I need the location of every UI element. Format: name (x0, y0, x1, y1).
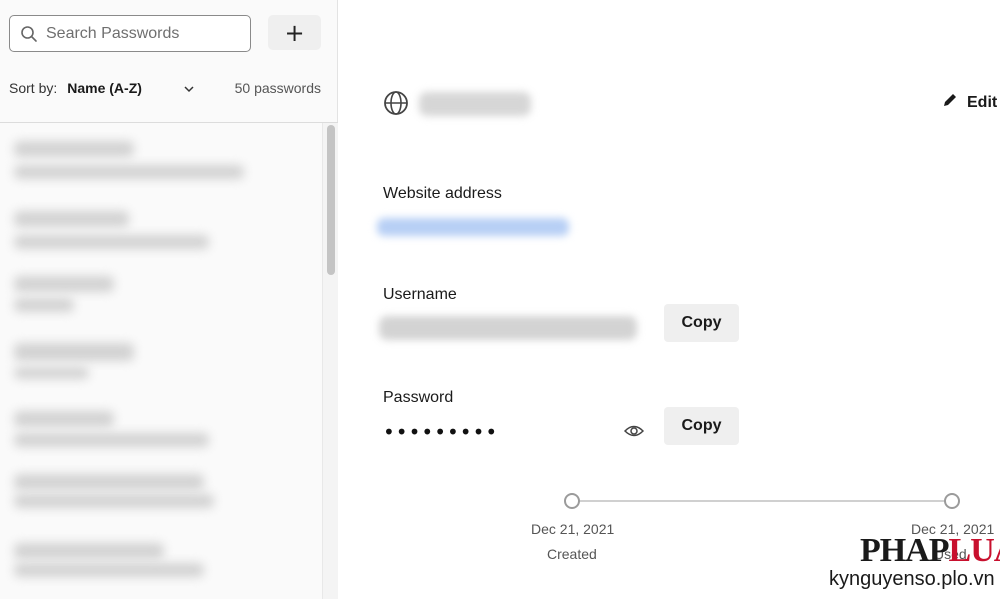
watermark-site: kynguyenso.plo.vn (829, 568, 995, 590)
password-sidebar: + Sort by: Name (A-Z) 50 passwords (0, 0, 338, 599)
globe-icon (383, 90, 409, 116)
timeline-line (579, 500, 951, 502)
add-password-button[interactable]: + (268, 15, 321, 50)
list-item[interactable] (0, 201, 322, 261)
list-item[interactable] (0, 268, 322, 328)
list-scrollbar[interactable] (322, 123, 338, 599)
scroll-thumb[interactable] (327, 125, 335, 275)
sort-dropdown[interactable]: Name (A-Z) (67, 80, 142, 96)
list-item[interactable] (0, 403, 322, 463)
sort-row: Sort by: Name (A-Z) 50 passwords (9, 78, 321, 98)
watermark-logo: PHAPLUAT (860, 532, 1000, 569)
password-detail: Edit Website address Username Copy Passw… (339, 0, 1000, 599)
sort-label: Sort by: (9, 80, 58, 96)
password-list (0, 123, 322, 599)
chevron-down-icon[interactable] (183, 81, 195, 97)
username-label: Username (383, 286, 457, 303)
list-item[interactable] (0, 131, 322, 191)
password-label: Password (383, 389, 454, 406)
pencil-icon (942, 92, 967, 113)
username-value (379, 316, 637, 340)
search-input[interactable] (46, 24, 236, 43)
created-date: Dec 21, 2021 (531, 521, 615, 537)
eye-icon[interactable] (623, 423, 645, 439)
site-name (419, 92, 531, 116)
edit-label: Edit (967, 93, 998, 111)
website-link[interactable] (377, 218, 569, 236)
search-icon (20, 25, 38, 43)
list-item[interactable] (0, 335, 322, 395)
timeline-node-created (564, 493, 580, 509)
list-item[interactable] (0, 468, 322, 528)
password-value: ••••••••• (383, 420, 499, 444)
website-label: Website address (383, 185, 502, 202)
copy-password-button[interactable]: Copy (664, 407, 739, 445)
created-caption: Created (547, 546, 597, 562)
search-box[interactable] (9, 15, 251, 52)
timeline-node-used (944, 493, 960, 509)
list-item[interactable] (0, 535, 322, 595)
password-count: 50 passwords (234, 80, 321, 96)
edit-button[interactable]: Edit (942, 92, 997, 113)
copy-username-button[interactable]: Copy (664, 304, 739, 342)
